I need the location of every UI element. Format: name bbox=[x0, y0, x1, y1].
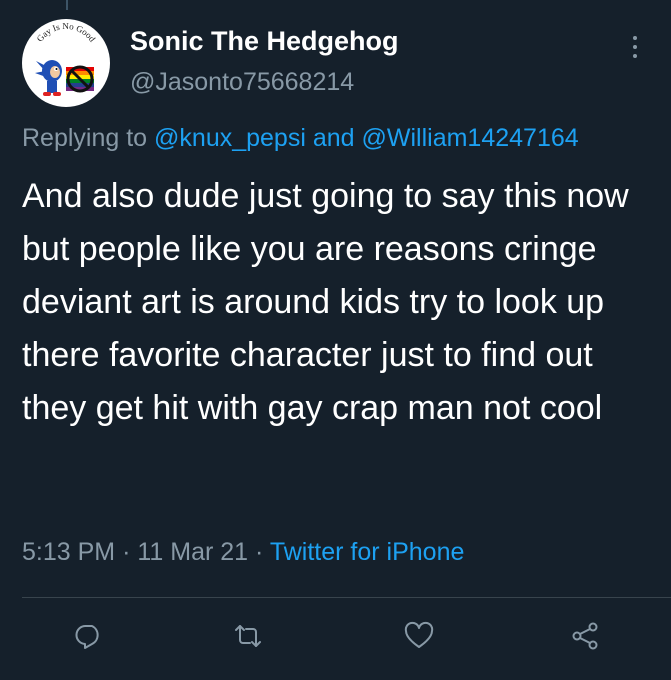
heart-icon bbox=[404, 621, 434, 648]
tweet-source[interactable]: Twitter for iPhone bbox=[270, 538, 465, 566]
avatar-image: Gay Is No Good bbox=[35, 21, 98, 96]
retweet-button[interactable] bbox=[226, 614, 270, 658]
share-button[interactable] bbox=[563, 614, 607, 658]
retweet-icon bbox=[235, 625, 261, 647]
mention-link-2[interactable]: @William14247164 bbox=[362, 124, 579, 152]
more-options-icon[interactable] bbox=[624, 30, 646, 64]
comment-icon bbox=[75, 624, 99, 649]
avatar[interactable]: Gay Is No Good bbox=[22, 19, 110, 107]
avatar-caption: Gay Is No Good bbox=[35, 21, 98, 44]
more-dot bbox=[633, 45, 637, 49]
tweet-time[interactable]: 5:13 PM bbox=[22, 538, 115, 566]
replying-to: Replying to @knux_pepsi and @William1424… bbox=[22, 124, 579, 153]
mention-and[interactable]: and bbox=[313, 124, 355, 152]
more-dot bbox=[633, 36, 637, 40]
meta-separator: · bbox=[122, 538, 131, 566]
reply-button[interactable] bbox=[67, 614, 111, 658]
tweet-metadata: 5:13 PM · 11 Mar 21 · Twitter for iPhone bbox=[22, 538, 464, 567]
thread-line bbox=[66, 0, 68, 10]
like-button[interactable] bbox=[397, 614, 441, 658]
meta-separator: · bbox=[255, 538, 264, 566]
display-name[interactable]: Sonic The Hedgehog bbox=[130, 26, 399, 57]
mention-link-1[interactable]: @knux_pepsi bbox=[154, 124, 306, 152]
replying-to-label: Replying to bbox=[22, 124, 148, 152]
user-handle[interactable]: @Jasonto75668214 bbox=[130, 68, 354, 97]
share-icon bbox=[572, 622, 598, 650]
divider bbox=[22, 597, 671, 598]
more-dot bbox=[633, 54, 637, 58]
tweet-date[interactable]: 11 Mar 21 bbox=[137, 538, 248, 566]
tweet-text: And also dude just going to say this now… bbox=[22, 177, 629, 427]
action-bar bbox=[0, 600, 671, 680]
